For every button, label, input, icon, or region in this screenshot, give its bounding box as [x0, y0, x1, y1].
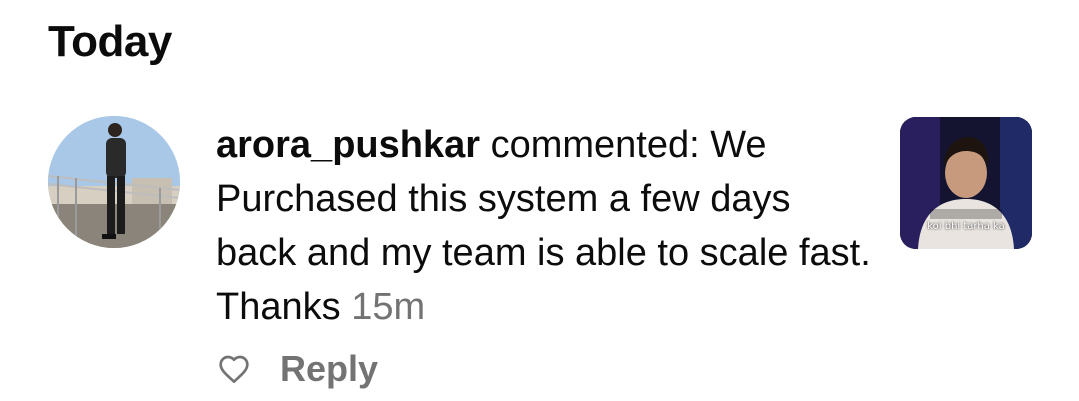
heart-outline-icon[interactable] [218, 354, 250, 384]
comment-action: commented: [490, 124, 700, 166]
thumbnail-caption: koi bhi tarha ka [927, 221, 1005, 232]
comment-actions: Reply [218, 344, 378, 394]
avatar[interactable] [48, 116, 180, 248]
avatar-image [48, 116, 180, 248]
comment-timestamp: 15m [351, 286, 426, 328]
section-heading: Today [48, 17, 172, 66]
comment-body: arora_pushkar commented: We Purchased th… [216, 118, 876, 334]
reply-button[interactable]: Reply [280, 348, 378, 390]
post-thumbnail[interactable]: koi bhi tarha ka [900, 117, 1032, 249]
comment-username[interactable]: arora_pushkar [216, 124, 480, 166]
